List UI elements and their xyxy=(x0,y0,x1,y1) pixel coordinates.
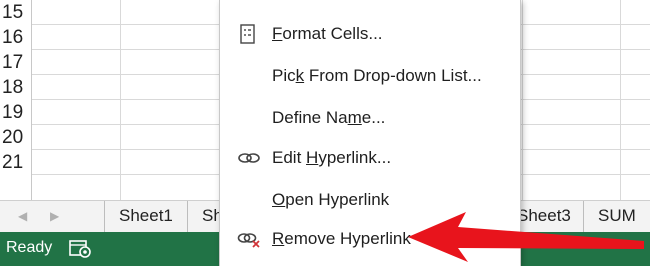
menu-item-label: Format Cells... xyxy=(272,24,383,43)
menu-item-define-name[interactable]: Define Name... xyxy=(220,98,520,139)
row-number[interactable]: 21 xyxy=(0,150,32,175)
scroll-right-icon[interactable]: ▶ xyxy=(50,209,59,223)
row-number[interactable]: 20 xyxy=(0,125,32,150)
annotation-arrow-icon xyxy=(408,212,644,262)
menu-item-label: Define Name... xyxy=(272,108,386,127)
status-ready-label: Ready xyxy=(6,239,53,256)
menu-item-edit-hyperlink[interactable]: Edit Hyperlink... xyxy=(220,138,520,179)
edit-hyperlink-icon xyxy=(238,153,260,163)
format-cells-icon xyxy=(240,24,255,44)
remove-hyperlink-icon xyxy=(237,233,260,248)
menu-item-format-cells[interactable]: Format Cells... xyxy=(220,14,520,55)
accessibility-check-icon[interactable] xyxy=(68,238,94,260)
menu-item-pick-from-dropdown[interactable]: Pick From Drop-down List... xyxy=(220,56,520,97)
row-number[interactable]: 16 xyxy=(0,25,32,50)
menu-item-label: Remove Hyperlink xyxy=(272,229,411,248)
sheet-tab-sheet1[interactable]: Sheet1 xyxy=(104,201,187,232)
menu-item-label: Open Hyperlink xyxy=(272,190,390,209)
row-number[interactable] xyxy=(0,175,32,200)
row-number[interactable]: 17 xyxy=(0,50,32,75)
scroll-left-icon[interactable]: ◀ xyxy=(18,209,27,223)
row-number[interactable]: 15 xyxy=(0,0,32,25)
row-number[interactable]: 19 xyxy=(0,100,32,125)
menu-item-label: Edit Hyperlink... xyxy=(272,148,392,167)
menu-item-label: Pick From Drop-down List... xyxy=(272,66,482,85)
row-number[interactable]: 18 xyxy=(0,75,32,100)
